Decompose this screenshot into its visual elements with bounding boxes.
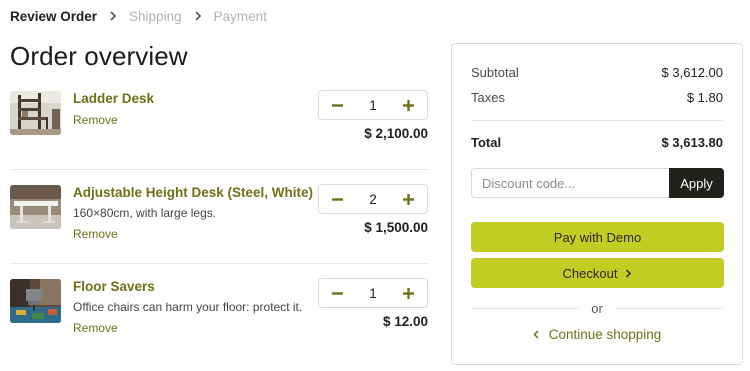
checkout-label: Checkout (562, 265, 618, 281)
minus-icon[interactable] (329, 97, 345, 113)
continue-shopping-link[interactable]: Continue shopping (452, 327, 742, 342)
checkout-button[interactable]: Checkout (471, 258, 724, 288)
divider (614, 307, 723, 309)
list-item: Floor Savers Office chairs can harm your… (10, 264, 428, 358)
quantity-value[interactable]: 1 (369, 286, 377, 301)
quantity-stepper: 2 (318, 184, 428, 214)
item-description: 160×80cm, with large legs. (73, 206, 217, 220)
item-price: $ 2,100.00 (364, 126, 428, 141)
total-value: $ 3,613.80 (661, 135, 723, 150)
breadcrumb: Review Order Shipping Payment (10, 7, 267, 25)
adjustable-desk-image[interactable] (10, 185, 61, 229)
remove-link[interactable]: Remove (73, 321, 118, 335)
subtotal-label: Subtotal (471, 65, 519, 80)
plus-icon[interactable] (401, 97, 417, 113)
discount-code-input[interactable] (471, 168, 669, 198)
remove-link[interactable]: Remove (73, 113, 118, 127)
plus-icon[interactable] (401, 191, 417, 207)
pay-with-demo-label: Pay with Demo (553, 229, 642, 245)
floor-savers-image[interactable] (10, 279, 61, 323)
minus-icon[interactable] (329, 285, 345, 301)
pay-with-demo-button[interactable]: Pay with Demo (471, 222, 724, 252)
list-item: Ladder Desk Remove 1 $ 2,100.00 (10, 76, 428, 170)
chevron-right-icon (97, 11, 129, 21)
taxes-label: Taxes (471, 90, 505, 105)
item-name[interactable]: Ladder Desk (73, 91, 154, 106)
total-label: Total (471, 135, 502, 150)
item-name[interactable]: Adjustable Height Desk (Steel, White) (73, 185, 313, 200)
divider (471, 120, 723, 121)
divider (471, 307, 580, 309)
total-row: Total $ 3,613.80 (471, 135, 723, 150)
discount-form: Apply (471, 168, 724, 198)
continue-shopping-label: Continue shopping (548, 327, 662, 342)
quantity-stepper: 1 (318, 278, 428, 308)
chevron-left-icon (533, 330, 539, 339)
apply-button[interactable]: Apply (669, 168, 724, 198)
plus-icon[interactable] (401, 285, 417, 301)
or-label: or (591, 300, 603, 316)
quantity-value[interactable]: 1 (369, 98, 377, 113)
breadcrumb-payment[interactable]: Payment (214, 9, 267, 24)
chevron-right-icon (182, 11, 214, 21)
subtotal-value: $ 3,612.00 (661, 65, 723, 80)
breadcrumb-shipping[interactable]: Shipping (129, 9, 182, 24)
order-items-list: Ladder Desk Remove 1 $ 2,100.00 Adjustab… (10, 76, 428, 358)
item-price: $ 12.00 (382, 314, 428, 329)
item-description: Office chairs can harm your floor: prote… (73, 300, 303, 314)
breadcrumb-review-order[interactable]: Review Order (10, 9, 97, 24)
remove-link[interactable]: Remove (73, 227, 118, 241)
minus-icon[interactable] (329, 191, 345, 207)
ladder-desk-image[interactable] (10, 91, 61, 135)
or-separator: or (471, 300, 723, 316)
page-title: Order overview (10, 41, 188, 71)
quantity-stepper: 1 (318, 90, 428, 120)
item-price: $ 1,500.00 (364, 220, 428, 235)
subtotal-row: Subtotal $ 3,612.00 (471, 65, 723, 80)
order-summary-card: Subtotal $ 3,612.00 Taxes $ 1.80 Total $… (451, 43, 743, 365)
taxes-row: Taxes $ 1.80 (471, 90, 723, 105)
chevron-right-icon (626, 268, 632, 278)
taxes-value: $ 1.80 (686, 90, 723, 105)
list-item: Adjustable Height Desk (Steel, White) 16… (10, 170, 428, 264)
item-name[interactable]: Floor Savers (73, 279, 155, 294)
quantity-value[interactable]: 2 (369, 192, 377, 207)
